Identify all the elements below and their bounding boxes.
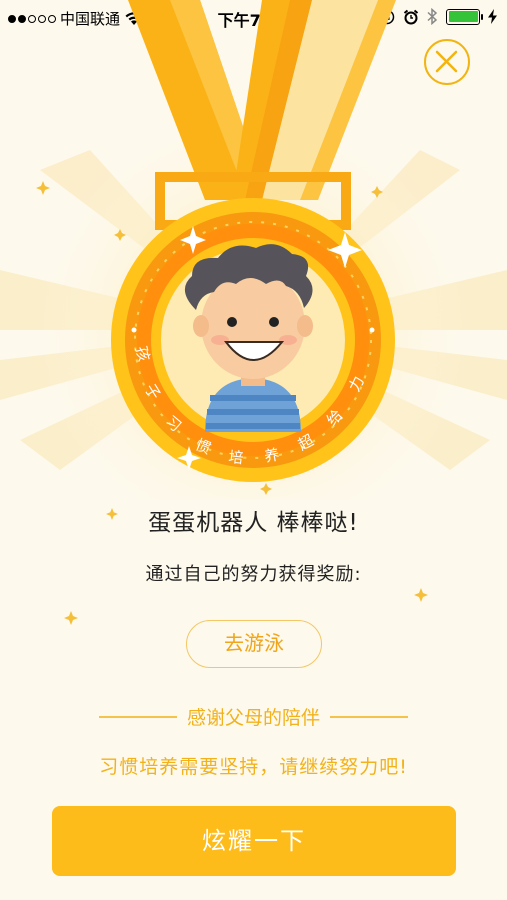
thanks-text: 感谢父母的陪伴 [186, 707, 320, 729]
ring-char: 培 [228, 448, 245, 467]
reward-subtitle: 通过自己的努力获得奖励: [145, 564, 362, 585]
ring-char: 养 [263, 445, 281, 465]
star-dot-icon [414, 588, 428, 602]
close-button[interactable] [424, 39, 470, 85]
share-button[interactable]: 炫耀一下 [52, 806, 456, 876]
divider-line [98, 715, 177, 718]
thanks-divider: 感谢父母的陪伴 [0, 703, 507, 730]
divider-line [330, 715, 408, 718]
reward-tag: 去游泳 [186, 620, 322, 668]
star-dot-icon [64, 611, 78, 625]
award-title: 蛋蛋机器人 棒棒哒! [148, 510, 359, 536]
encourage-text: 习惯培养需要坚持，请继续努力吧! [99, 756, 408, 778]
close-icon [435, 50, 458, 73]
